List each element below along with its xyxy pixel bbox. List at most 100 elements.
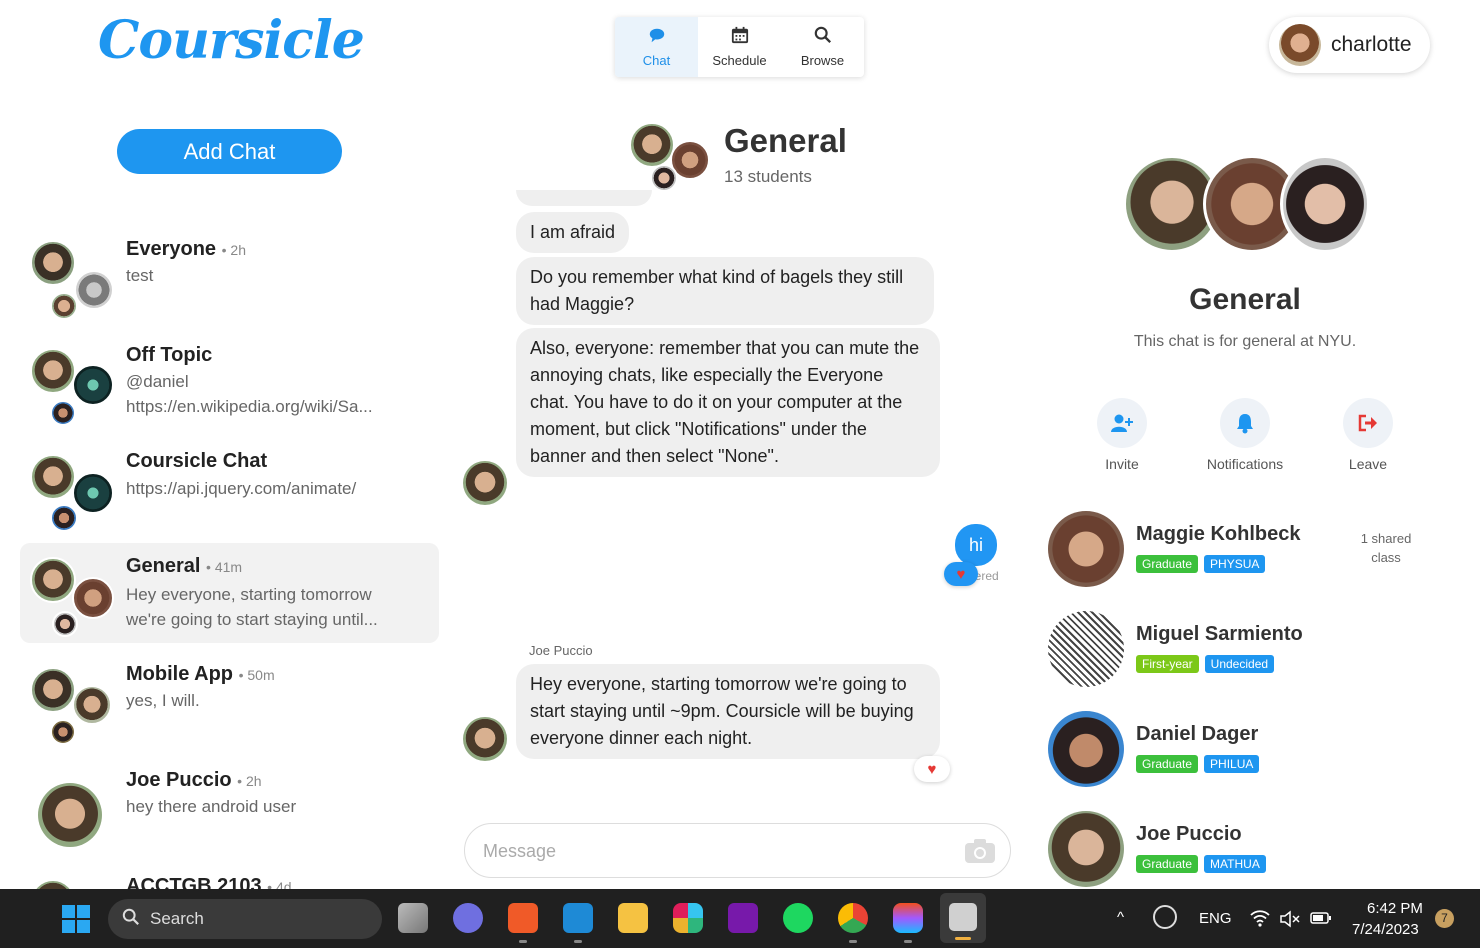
avatar bbox=[50, 504, 78, 532]
tab-schedule-label: Schedule bbox=[712, 53, 767, 68]
battery-icon[interactable] bbox=[1310, 911, 1332, 930]
member-item[interactable]: Maggie Kohlbeck Graduate PHYSUA 1 shared… bbox=[1048, 511, 1448, 589]
running-indicator bbox=[849, 940, 857, 943]
taskbar-search-box[interactable]: Search bbox=[108, 899, 382, 939]
user-avatar bbox=[1279, 24, 1321, 66]
invite-label: Invite bbox=[1105, 456, 1139, 472]
invite-button[interactable]: Invite bbox=[1072, 398, 1172, 472]
chat-preview: hey there android user bbox=[126, 797, 297, 816]
member-tags: First-year Undecided bbox=[1136, 655, 1275, 673]
member-name: Joe Puccio bbox=[1136, 823, 1242, 845]
chat-bubble-icon bbox=[648, 26, 666, 47]
task-view-icon[interactable] bbox=[398, 903, 428, 933]
shared-classes: 1 shared class bbox=[1360, 531, 1412, 565]
tab-chat[interactable]: Chat bbox=[615, 17, 698, 77]
avatar bbox=[629, 122, 675, 168]
camera-icon[interactable] bbox=[964, 838, 996, 869]
clock-date[interactable]: 7/24/2023 bbox=[1352, 921, 1419, 938]
spotify-icon[interactable] bbox=[783, 903, 813, 933]
brave-browser-icon[interactable] bbox=[508, 903, 538, 933]
file-explorer-icon[interactable] bbox=[618, 903, 648, 933]
chat-title: ACCTGB 2103 • 4d bbox=[126, 875, 292, 889]
message-composer bbox=[464, 823, 1011, 878]
coursicle-logo[interactable]: Coursicle bbox=[98, 10, 365, 71]
vscode-icon[interactable] bbox=[563, 903, 593, 933]
chat-preview: we're going to start staying until... bbox=[126, 610, 378, 629]
year-badge: Graduate bbox=[1136, 755, 1199, 773]
user-profile-button[interactable]: charlotte bbox=[1269, 17, 1430, 73]
top-navigation: Chat Schedule Browse bbox=[615, 17, 864, 77]
notification-badge[interactable]: 7 bbox=[1435, 909, 1454, 928]
notifications-button[interactable]: Notifications bbox=[1195, 398, 1295, 472]
member-item[interactable]: Miguel Sarmiento First-year Undecided bbox=[1048, 611, 1448, 689]
year-badge: Graduate bbox=[1136, 855, 1199, 873]
heart-reaction-icon[interactable]: ♥ bbox=[914, 756, 950, 782]
chat-list-item-off-topic[interactable]: Off Topic @daniel https://en.wikipedia.o… bbox=[20, 334, 439, 434]
member-tags: Graduate PHILUA bbox=[1136, 755, 1260, 773]
avatar bbox=[50, 292, 78, 320]
windows-start-icon[interactable] bbox=[62, 905, 90, 933]
wifi-icon[interactable] bbox=[1250, 909, 1270, 932]
leave-icon bbox=[1343, 398, 1393, 448]
tab-browse[interactable]: Browse bbox=[781, 17, 864, 77]
member-item[interactable]: Daniel Dager Graduate PHILUA bbox=[1048, 711, 1448, 789]
message-sender-name: Joe Puccio bbox=[529, 643, 593, 658]
slack-icon[interactable] bbox=[673, 903, 703, 933]
message-bubble-partial bbox=[516, 190, 652, 206]
add-chat-button[interactable]: Add Chat bbox=[117, 129, 342, 174]
member-name: Miguel Sarmiento bbox=[1136, 623, 1303, 645]
member-item[interactable]: Joe Puccio Graduate MATHUA bbox=[1048, 811, 1448, 889]
chat-preview: Hey everyone, starting tomorrow bbox=[126, 585, 372, 604]
sync-icon[interactable] bbox=[1153, 905, 1177, 929]
chat-list-item-acctgb[interactable]: ACCTGB 2103 • 4d bbox=[20, 865, 439, 889]
bell-icon bbox=[1220, 398, 1270, 448]
message-input[interactable] bbox=[483, 838, 943, 864]
member-tags: Graduate PHYSUA bbox=[1136, 555, 1266, 573]
avatar bbox=[72, 685, 112, 725]
chat-list-item-general[interactable]: General • 41m Hey everyone, starting tom… bbox=[20, 543, 439, 643]
chat-details-title: General bbox=[1189, 283, 1301, 316]
show-hidden-icons[interactable]: ^ bbox=[1117, 909, 1124, 926]
leave-button[interactable]: Leave bbox=[1318, 398, 1418, 472]
chat-list-item-mobile-app[interactable]: Mobile App • 50m yes, I will. bbox=[20, 653, 439, 753]
message-bubble: I am afraid bbox=[516, 212, 630, 253]
chat-preview: https://en.wikipedia.org/wiki/Sa... bbox=[126, 397, 373, 416]
notifications-label: Notifications bbox=[1206, 456, 1284, 472]
group-avatars bbox=[30, 238, 114, 320]
year-badge: Graduate bbox=[1136, 555, 1199, 573]
major-badge: PHYSUA bbox=[1204, 555, 1266, 573]
avatar bbox=[1048, 511, 1124, 587]
avatar bbox=[30, 240, 76, 286]
tab-schedule[interactable]: Schedule bbox=[698, 17, 781, 77]
windows-taskbar: Search ^ ENG 6:42 PM 7/24/2023 7 bbox=[0, 889, 1480, 948]
language-indicator[interactable]: ENG bbox=[1199, 910, 1232, 927]
running-indicator bbox=[904, 940, 912, 943]
group-avatars bbox=[30, 663, 112, 745]
calendar-icon bbox=[731, 26, 749, 47]
meet-icon[interactable] bbox=[453, 903, 483, 933]
snipping-tool-icon[interactable] bbox=[940, 893, 986, 943]
avatar bbox=[50, 400, 76, 426]
chat-preview: test bbox=[126, 266, 154, 285]
figma-icon[interactable] bbox=[893, 903, 923, 933]
clock-time[interactable]: 6:42 PM bbox=[1367, 900, 1423, 917]
chat-list-item-everyone[interactable]: Everyone • 2h test bbox=[20, 228, 439, 328]
avatar bbox=[30, 879, 76, 889]
tab-chat-label: Chat bbox=[642, 53, 671, 68]
sender-avatar bbox=[463, 717, 507, 761]
avatar bbox=[30, 454, 76, 500]
chat-list-item-coursicle-chat[interactable]: Coursicle Chat https://api.jquery.com/an… bbox=[20, 440, 439, 540]
running-indicator bbox=[574, 940, 582, 943]
avatar bbox=[50, 719, 76, 745]
group-avatars bbox=[30, 344, 114, 426]
volume-muted-icon[interactable] bbox=[1280, 910, 1300, 933]
chrome-icon[interactable] bbox=[838, 903, 868, 933]
coursicle-app: Coursicle Chat Schedule Browse charlotte… bbox=[0, 0, 1480, 889]
chat-list-item-joe-puccio[interactable]: Joe Puccio • 2h hey there android user bbox=[20, 759, 439, 859]
major-badge: PHILUA bbox=[1204, 755, 1260, 773]
chat-details-description: This chat is for general at NYU. bbox=[1133, 333, 1357, 350]
chat-title: Everyone • 2h bbox=[126, 238, 246, 260]
onenote-icon[interactable] bbox=[728, 903, 758, 933]
heart-reaction-icon[interactable]: ♥ bbox=[944, 562, 978, 586]
conversation-title: General bbox=[724, 122, 847, 159]
